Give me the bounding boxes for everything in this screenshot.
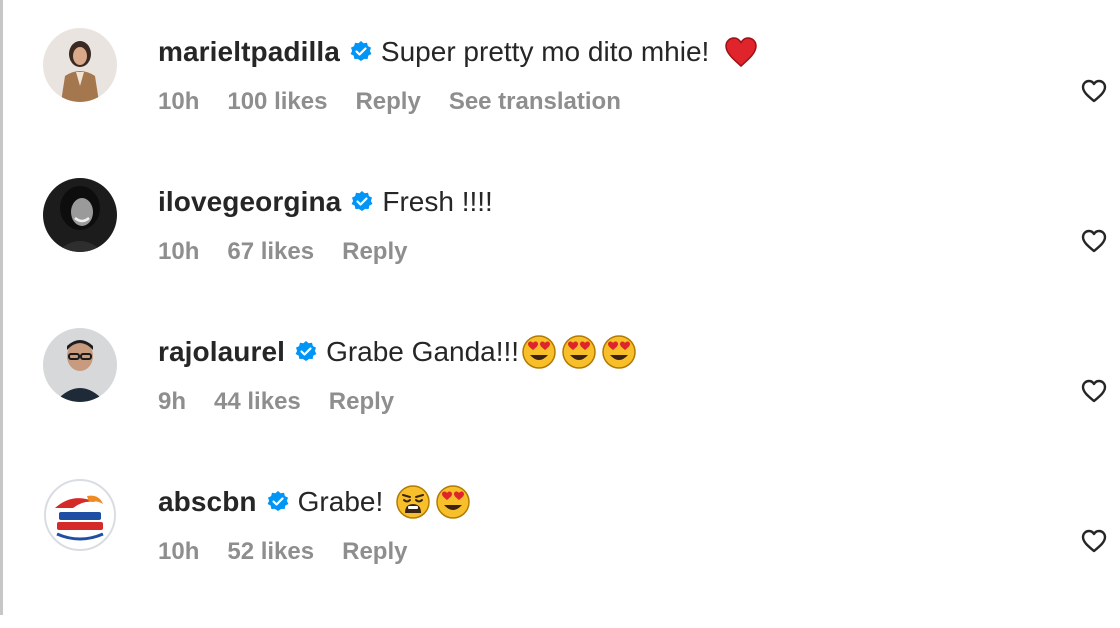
comment-line: abscbn Grabe! bbox=[158, 482, 471, 522]
username-link[interactable]: abscbn bbox=[158, 486, 257, 518]
like-heart-icon[interactable] bbox=[1080, 528, 1108, 554]
verified-badge-icon bbox=[350, 190, 374, 214]
verified-badge-icon bbox=[349, 40, 373, 64]
likes-count[interactable]: 44 likes bbox=[214, 388, 301, 416]
comment-text: Grabe Ganda!!! bbox=[326, 336, 520, 367]
comment-text: Fresh !!!! bbox=[382, 186, 493, 217]
like-heart-icon[interactable] bbox=[1080, 228, 1108, 254]
username-link[interactable]: marieltpadilla bbox=[158, 36, 340, 68]
comment-line: ilovegeorgina Fresh !!!! bbox=[158, 182, 493, 222]
heart-eyes-emoji-icon bbox=[521, 334, 557, 370]
comment-text: Grabe! bbox=[297, 486, 384, 517]
avatar[interactable] bbox=[43, 328, 117, 402]
comment-text: Super pretty mo dito mhie! bbox=[380, 36, 710, 67]
see-translation-link[interactable]: See translation bbox=[449, 88, 621, 116]
like-heart-icon[interactable] bbox=[1080, 78, 1108, 104]
comment-item: ilovegeorgina Fresh !!!! 10h 67 likes Re… bbox=[0, 178, 1120, 328]
avatar[interactable] bbox=[43, 478, 117, 552]
verified-badge-icon bbox=[294, 340, 318, 364]
comment-time: 10h bbox=[158, 88, 200, 115]
heart-eyes-emoji-icon bbox=[601, 334, 637, 370]
comment-item: marieltpadilla Super pretty mo dito mhie… bbox=[0, 28, 1120, 178]
like-heart-icon[interactable] bbox=[1080, 378, 1108, 404]
username-link[interactable]: rajolaurel bbox=[158, 336, 285, 368]
likes-count[interactable]: 52 likes bbox=[227, 538, 314, 566]
comment-meta: 10h 67 likes Reply bbox=[158, 238, 435, 266]
comment-time: 10h bbox=[158, 538, 200, 565]
likes-count[interactable]: 67 likes bbox=[227, 238, 314, 266]
comment-line: rajolaurel Grabe Ganda!!! bbox=[158, 332, 637, 372]
comment-item: abscbn Grabe! 10h 52 likes Reply bbox=[0, 478, 1120, 628]
comment-line: marieltpadilla Super pretty mo dito mhie… bbox=[158, 32, 759, 72]
avatar[interactable] bbox=[43, 28, 117, 102]
red-heart-emoji-icon bbox=[723, 34, 759, 70]
heart-eyes-emoji-icon bbox=[561, 334, 597, 370]
verified-badge-icon bbox=[266, 490, 290, 514]
comment-meta: 9h 44 likes Reply bbox=[158, 388, 422, 416]
comment-meta: 10h 100 likes Reply See translation bbox=[158, 88, 649, 116]
comment-item: rajolaurel Grabe Ganda!!! 9h 44 likes Re… bbox=[0, 328, 1120, 478]
comment-time: 10h bbox=[158, 238, 200, 265]
reply-button[interactable]: Reply bbox=[355, 88, 420, 116]
reply-button[interactable]: Reply bbox=[342, 238, 407, 266]
comment-time: 9h bbox=[158, 388, 187, 415]
weary-face-emoji-icon bbox=[395, 484, 431, 520]
likes-count[interactable]: 100 likes bbox=[227, 88, 327, 116]
avatar[interactable] bbox=[43, 178, 117, 252]
reply-button[interactable]: Reply bbox=[342, 538, 407, 566]
comment-meta: 10h 52 likes Reply bbox=[158, 538, 435, 566]
reply-button[interactable]: Reply bbox=[329, 388, 394, 416]
heart-eyes-emoji-icon bbox=[435, 484, 471, 520]
username-link[interactable]: ilovegeorgina bbox=[158, 186, 341, 218]
